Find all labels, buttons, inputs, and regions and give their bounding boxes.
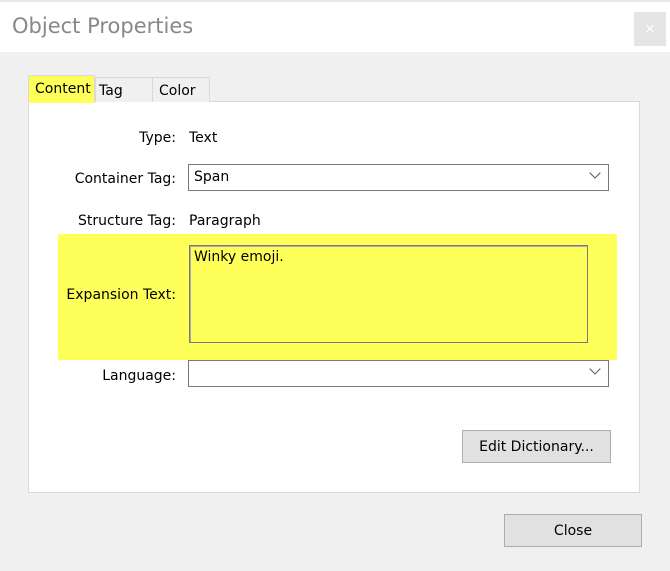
tab-content[interactable]: Content (28, 75, 95, 103)
close-button[interactable]: Close (504, 514, 642, 547)
language-label: Language: (102, 368, 176, 384)
chevron-down-icon (589, 167, 601, 179)
type-label: Type: (139, 130, 176, 146)
type-value: Text (189, 130, 218, 146)
structure-tag-label: Structure Tag: (78, 213, 176, 229)
tab-color[interactable]: Color (152, 77, 210, 102)
edit-dictionary-button[interactable]: Edit Dictionary... (462, 430, 611, 463)
structure-tag-value: Paragraph (189, 213, 261, 229)
chevron-down-icon (589, 363, 601, 375)
dialog-title: Object Properties (12, 14, 194, 38)
close-icon[interactable]: × (634, 12, 666, 46)
expansion-text-input[interactable]: Winky emoji. (189, 245, 588, 343)
expansion-text-label: Expansion Text: (66, 287, 176, 303)
language-dropdown[interactable] (188, 360, 609, 387)
container-tag-dropdown[interactable]: Span (188, 164, 609, 191)
tab-tag[interactable]: Tag (95, 77, 153, 102)
container-tag-value: Span (194, 169, 230, 185)
container-tag-label: Container Tag: (74, 171, 176, 187)
